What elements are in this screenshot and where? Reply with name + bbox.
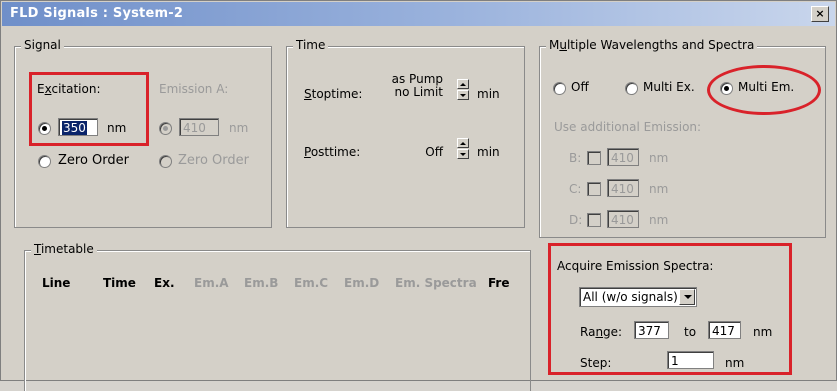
multi-ex-label: Multi Ex. — [643, 80, 695, 94]
timetable-legend: Timetable — [31, 242, 97, 256]
fld-signals-dialog: FLD Signals : System-2 × Signal Excitati… — [0, 0, 837, 391]
title-bar[interactable]: FLD Signals : System-2 × — [2, 2, 835, 26]
column-header-em-a: Em.A — [194, 276, 229, 290]
window-title: FLD Signals : System-2 — [10, 6, 184, 21]
emission-c-checkbox[interactable] — [587, 182, 601, 196]
time-legend: Time — [293, 38, 329, 52]
column-header-em-d: Em.D — [344, 276, 380, 290]
emission-c-label: C: — [569, 182, 582, 196]
stoptime-spinner[interactable] — [457, 79, 469, 101]
emission-a-label: Emission A: — [159, 82, 229, 96]
chevron-down-icon[interactable] — [679, 289, 695, 305]
acquire-emission-spectra-label: Acquire Emission Spectra: — [557, 259, 714, 273]
stoptime-spin-up[interactable] — [457, 79, 469, 89]
column-header-em-spectra: Em. Spectra — [395, 276, 477, 290]
excitation-highlight-box — [29, 72, 149, 146]
column-header-fre: Fre — [488, 276, 510, 290]
column-header-time: Time — [103, 276, 136, 290]
range-unit: nm — [753, 325, 773, 339]
multi-off-radio[interactable] — [553, 82, 566, 95]
stoptime-spin-down[interactable] — [457, 90, 469, 100]
column-header-em-b: Em.B — [244, 276, 279, 290]
emission-zero-order-radio[interactable] — [159, 155, 172, 168]
stoptime-value: as Pump no Limit — [383, 73, 443, 99]
posttime-label: Posttime: — [304, 145, 361, 159]
posttime-value: Off — [425, 145, 443, 159]
zero-order-radio[interactable] — [38, 155, 51, 168]
timetable-legend-rest: imetable — [40, 242, 94, 256]
posttime-spinner[interactable] — [457, 138, 469, 160]
multiple-wavelengths-legend-rest: ltiple Wavelengths and Spectra — [566, 38, 755, 52]
emission-d-unit: nm — [649, 213, 669, 227]
emission-unit: nm — [229, 121, 249, 135]
step-unit: nm — [725, 356, 745, 370]
range-label: Range: — [580, 325, 623, 339]
posttime-spin-down[interactable] — [457, 149, 469, 159]
signal-legend: Signal — [21, 38, 64, 52]
posttime-spin-up[interactable] — [457, 138, 469, 148]
emission-d-input[interactable]: 410 — [607, 210, 639, 228]
multi-em-highlight-oval — [707, 65, 821, 115]
emission-wavelength-input[interactable]: 410 — [179, 118, 219, 136]
emission-b-label: B: — [569, 151, 582, 165]
step-label: Step: — [580, 356, 612, 370]
emission-b-input[interactable]: 410 — [607, 148, 639, 166]
range-from-input[interactable]: 377 — [634, 321, 669, 339]
emission-d-label: D: — [569, 213, 583, 227]
column-header-ex: Ex. — [154, 276, 175, 290]
column-header-line: Line — [42, 276, 71, 290]
stoptime-unit: min — [477, 87, 500, 101]
column-header-em-c: Em.C — [294, 276, 329, 290]
posttime-unit: min — [477, 145, 500, 159]
acquire-spectra-select[interactable]: All (w/o signals) — [579, 287, 697, 307]
stoptime-label: Stoptime: — [304, 87, 363, 101]
zero-order-label: Zero Order — [58, 153, 129, 168]
emission-zero-order-label: Zero Order — [178, 153, 249, 168]
posttime-label-rest: osttime: — [310, 145, 361, 159]
acquire-spectra-selected-value: All (w/o signals) — [583, 290, 678, 304]
range-to-input[interactable]: 417 — [708, 321, 741, 339]
step-input[interactable]: 1 — [667, 351, 714, 369]
emission-d-checkbox[interactable] — [587, 213, 601, 227]
emission-c-unit: nm — [649, 182, 669, 196]
emission-b-unit: nm — [649, 151, 669, 165]
multi-off-label: Off — [571, 80, 589, 94]
emission-b-checkbox[interactable] — [587, 151, 601, 165]
multi-ex-radio[interactable] — [625, 82, 638, 95]
emission-c-input[interactable]: 410 — [607, 179, 639, 197]
multiple-wavelengths-legend: Multiple Wavelengths and Spectra — [546, 38, 758, 52]
timetable-group: Timetable — [24, 242, 531, 391]
close-button[interactable]: × — [811, 6, 829, 22]
range-to-label: to — [684, 325, 697, 339]
range-label-rest: ge: — [603, 325, 623, 339]
stoptime-label-rest: toptime: — [311, 87, 363, 101]
use-additional-emission-label: Use additional Emission: — [554, 120, 702, 134]
emission-radio[interactable] — [159, 122, 172, 135]
stoptime-value-line2: no Limit — [394, 85, 443, 99]
